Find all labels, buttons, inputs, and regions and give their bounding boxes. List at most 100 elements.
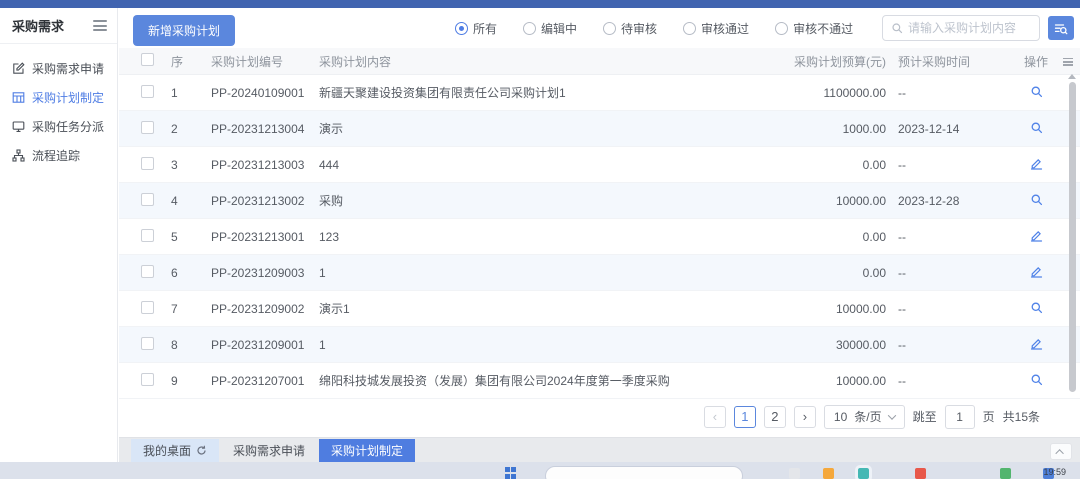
row-checkbox-cell: [141, 121, 171, 137]
select-all-checkbox[interactable]: [141, 53, 154, 66]
tab-desktop[interactable]: 我的桌面: [131, 439, 219, 462]
action-edit-button[interactable]: [1030, 229, 1043, 245]
action-edit-button[interactable]: [1030, 157, 1043, 173]
sidebar-item-label: 流程追踪: [32, 147, 80, 164]
filter-label: 编辑中: [541, 20, 577, 37]
cell-time: --: [898, 266, 1008, 280]
jump-page-input[interactable]: [945, 405, 975, 429]
cell-code: PP-20231209002: [211, 302, 319, 316]
search-input[interactable]: [908, 21, 1031, 35]
filter-rejected[interactable]: 审核不通过: [775, 20, 853, 37]
page-size-value: 10: [834, 410, 847, 424]
hamburger-icon[interactable]: [93, 18, 107, 34]
app-icon-orange[interactable]: [823, 468, 834, 479]
app-icon-green[interactable]: [1000, 468, 1011, 479]
table-body: 1PP-20240109001新疆天聚建设投资集团有限责任公司采购计划11100…: [119, 75, 1080, 399]
edit-square-icon: [12, 62, 25, 75]
action-edit-button[interactable]: [1030, 337, 1043, 353]
action-view-button[interactable]: [1030, 373, 1043, 389]
page-button-1[interactable]: 1: [734, 406, 756, 428]
cell-content: 采购: [319, 192, 708, 209]
row-checkbox[interactable]: [141, 337, 154, 350]
toolbar: 新增采购计划 所有 编辑中 待审核 审核通过 审核不通过: [119, 8, 1080, 48]
refresh-icon: [196, 445, 207, 456]
page-size-select[interactable]: 10 条/页: [824, 405, 905, 429]
tab-request[interactable]: 采购需求申请: [221, 439, 317, 462]
sidebar-nav: 采购需求申请采购计划制定采购任务分派流程追踪: [0, 44, 117, 170]
action-view-button[interactable]: [1030, 85, 1043, 101]
table-row: 2PP-20231213004演示1000.002023-12-14: [119, 111, 1080, 147]
sidebar-item-request[interactable]: 采购需求申请: [0, 54, 117, 83]
app-icon-red[interactable]: [915, 468, 926, 479]
jump-unit: 页: [983, 408, 995, 425]
total-count: 共15条: [1003, 408, 1040, 425]
search-pill[interactable]: [545, 466, 743, 479]
page-button-2[interactable]: 2: [764, 406, 786, 428]
advanced-search-button[interactable]: [1048, 16, 1074, 40]
cell-actions: [1008, 121, 1064, 137]
row-checkbox[interactable]: [141, 193, 154, 206]
collapse-button[interactable]: [1050, 443, 1072, 460]
table-row: 3PP-202312130034440.00--: [119, 147, 1080, 183]
list-search-icon: [1054, 22, 1068, 35]
filter-pending[interactable]: 待审核: [603, 20, 657, 37]
app-icon-files[interactable]: [789, 468, 800, 479]
row-checkbox-cell: [141, 229, 171, 245]
tab-label: 采购需求申请: [233, 442, 305, 459]
cell-index: 2: [171, 122, 211, 136]
cell-content: 演示: [319, 120, 708, 137]
row-checkbox[interactable]: [141, 229, 154, 242]
cell-content: 新疆天聚建设投资集团有限责任公司采购计划1: [319, 84, 708, 101]
filter-label: 审核不通过: [793, 20, 853, 37]
sidebar-title: 采购需求: [12, 16, 64, 35]
row-checkbox-cell: [141, 265, 171, 281]
action-view-button[interactable]: [1030, 301, 1043, 317]
filter-editing[interactable]: 编辑中: [523, 20, 577, 37]
filter-all[interactable]: 所有: [455, 20, 497, 37]
table-header: 序 采购计划编号 采购计划内容 采购计划预算(元) 预计采购时间 操作: [119, 48, 1080, 75]
taskbar-clock: 19:59: [1043, 467, 1066, 477]
next-page-button[interactable]: ›: [794, 406, 816, 428]
select-all-cell: [141, 53, 171, 69]
row-checkbox[interactable]: [141, 373, 154, 386]
cell-time: 2023-12-14: [898, 122, 1008, 136]
pagination-bar: ‹ 12 › 10 条/页 跳至 页 共15条: [119, 400, 1080, 433]
cell-code: PP-20231209003: [211, 266, 319, 280]
col-header-index: 序: [171, 53, 211, 70]
filter-approved[interactable]: 审核通过: [683, 20, 749, 37]
page-size-unit: 条/页: [854, 408, 881, 425]
status-filter-group: 所有 编辑中 待审核 审核通过 审核不通过: [455, 8, 853, 48]
tab-label: 采购计划制定: [331, 442, 403, 459]
sidebar-item-assign[interactable]: 采购任务分派: [0, 112, 117, 141]
sidebar-item-trace[interactable]: 流程追踪: [0, 141, 117, 170]
prev-page-button[interactable]: ‹: [704, 406, 726, 428]
cell-budget: 30000.00: [708, 338, 898, 352]
row-checkbox-cell: [141, 301, 171, 317]
tab-plan[interactable]: 采购计划制定: [319, 439, 415, 462]
row-checkbox[interactable]: [141, 301, 154, 314]
bottom-tabs: 我的桌面采购需求申请 采购计划制定: [131, 439, 415, 462]
action-edit-button[interactable]: [1030, 265, 1043, 281]
cell-budget: 0.00: [708, 266, 898, 280]
scrollbar-up-arrow[interactable]: [1068, 74, 1076, 79]
row-checkbox[interactable]: [141, 265, 154, 278]
radio-icon: [523, 22, 536, 35]
scrollbar-thumb[interactable]: [1069, 82, 1076, 392]
cell-index: 4: [171, 194, 211, 208]
row-checkbox[interactable]: [141, 121, 154, 134]
app-icon-teal[interactable]: [858, 468, 869, 479]
windows-logo[interactable]: [505, 467, 517, 479]
windows-taskbar: 19:59: [0, 462, 1080, 479]
sidebar-item-plan[interactable]: 采购计划制定: [0, 83, 117, 112]
add-plan-button[interactable]: 新增采购计划: [133, 15, 235, 46]
action-view-button[interactable]: [1030, 193, 1043, 209]
table-row: 5PP-202312130011230.00--: [119, 219, 1080, 255]
action-view-button[interactable]: [1030, 121, 1043, 137]
cell-content: 444: [319, 158, 708, 172]
row-checkbox[interactable]: [141, 85, 154, 98]
cell-content: 1: [319, 266, 708, 280]
cell-index: 8: [171, 338, 211, 352]
column-settings-icon[interactable]: [1063, 56, 1073, 68]
row-checkbox[interactable]: [141, 157, 154, 170]
cell-time: --: [898, 338, 1008, 352]
